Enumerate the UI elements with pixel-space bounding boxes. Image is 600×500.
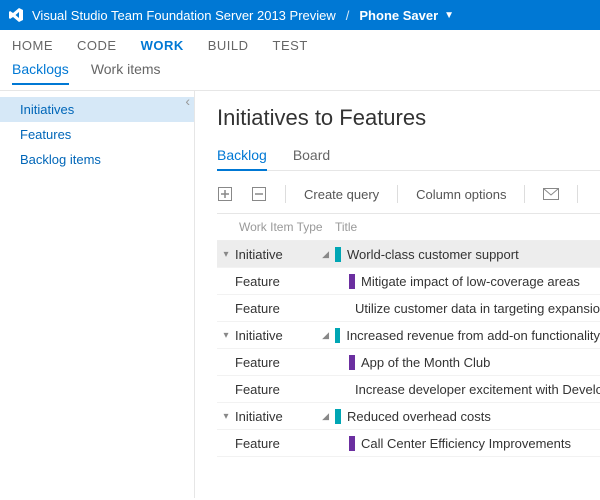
feature-color-chip xyxy=(349,274,355,289)
title-bar: Visual Studio Team Foundation Server 201… xyxy=(0,0,600,30)
tab-backlog[interactable]: Backlog xyxy=(217,141,267,171)
add-item-icon[interactable] xyxy=(217,186,233,202)
subnav-work-items[interactable]: Work items xyxy=(91,61,161,84)
collapse-child-icon[interactable]: ◢ xyxy=(322,330,329,341)
chevron-down-icon: ▼ xyxy=(444,10,454,21)
column-header-type[interactable]: Work Item Type xyxy=(217,220,335,234)
initiative-color-chip xyxy=(335,328,340,343)
project-name: Phone Saver xyxy=(359,8,438,23)
work-item-type: Feature xyxy=(235,301,335,316)
work-item-title: Increased revenue from add-on functional… xyxy=(335,328,600,343)
secondary-nav: Backlogs Work items xyxy=(0,59,600,91)
email-icon[interactable] xyxy=(543,186,559,202)
work-item-type: Initiative◢ xyxy=(235,328,335,343)
sidebar-item-backlog-items[interactable]: Backlog items xyxy=(0,147,194,172)
work-item-row[interactable]: FeatureCall Center Efficiency Improvemen… xyxy=(217,430,600,457)
backlog-sidebar: ‹ Initiatives Features Backlog items xyxy=(0,91,195,498)
tab-board[interactable]: Board xyxy=(293,141,330,170)
grid-header: Work Item Type Title xyxy=(217,214,600,241)
collapse-all-icon[interactable] xyxy=(251,186,267,202)
vs-logo-icon xyxy=(8,7,24,23)
expand-icon[interactable]: ▾ xyxy=(217,411,235,422)
work-item-type: Initiative◢ xyxy=(235,409,335,424)
work-item-title: App of the Month Club xyxy=(335,355,600,370)
nav-code[interactable]: CODE xyxy=(77,38,117,53)
collapse-child-icon[interactable]: ◢ xyxy=(322,411,329,422)
work-item-type: Feature xyxy=(235,382,335,397)
subnav-backlogs[interactable]: Backlogs xyxy=(12,61,69,85)
work-item-row[interactable]: FeatureIncrease developer excitement wit… xyxy=(217,376,600,403)
sidebar-item-features[interactable]: Features xyxy=(0,122,194,147)
column-options-button[interactable]: Column options xyxy=(416,187,506,202)
work-item-title: Reduced overhead costs xyxy=(335,409,600,424)
toolbar-divider xyxy=(285,185,286,203)
nav-home[interactable]: HOME xyxy=(12,38,53,53)
initiative-color-chip xyxy=(335,247,341,262)
work-item-title: World-class customer support xyxy=(335,247,600,262)
primary-nav: HOME CODE WORK BUILD TEST xyxy=(0,30,600,59)
work-item-type: Feature xyxy=(235,355,335,370)
create-query-button[interactable]: Create query xyxy=(304,187,379,202)
expand-icon[interactable]: ▾ xyxy=(217,249,235,260)
toolbar-divider xyxy=(397,185,398,203)
grid-body: ▾Initiative◢World-class customer support… xyxy=(217,241,600,457)
column-header-title[interactable]: Title xyxy=(335,220,600,234)
expand-icon[interactable]: ▾ xyxy=(217,330,235,341)
backlog-toolbar: Create query Column options xyxy=(217,179,600,214)
nav-work[interactable]: WORK xyxy=(141,38,184,53)
work-item-row[interactable]: ▾Initiative◢Reduced overhead costs xyxy=(217,403,600,430)
work-item-title: Increase developer excitement with Devel… xyxy=(335,382,600,397)
toolbar-divider xyxy=(577,185,578,203)
work-item-row[interactable]: FeatureApp of the Month Club xyxy=(217,349,600,376)
project-dropdown[interactable]: Phone Saver ▼ xyxy=(359,8,454,23)
nav-test[interactable]: TEST xyxy=(273,38,308,53)
main-area: ‹ Initiatives Features Backlog items Ini… xyxy=(0,91,600,498)
feature-color-chip xyxy=(349,436,355,451)
work-item-type: Feature xyxy=(235,274,335,289)
title-separator: / xyxy=(346,8,350,23)
work-item-title: Mitigate impact of low-coverage areas xyxy=(335,274,600,289)
work-item-type: Feature xyxy=(235,436,335,451)
initiative-color-chip xyxy=(335,409,341,424)
sidebar-item-initiatives[interactable]: Initiatives xyxy=(0,97,194,122)
app-title: Visual Studio Team Foundation Server 201… xyxy=(32,8,336,23)
work-item-title: Utilize customer data in targeting expan… xyxy=(335,301,600,316)
work-item-row[interactable]: ▾Initiative◢World-class customer support xyxy=(217,241,600,268)
content-area: Initiatives to Features Backlog Board Cr… xyxy=(195,91,600,498)
collapse-child-icon[interactable]: ◢ xyxy=(322,249,329,260)
toolbar-divider xyxy=(524,185,525,203)
work-item-row[interactable]: ▾Initiative◢Increased revenue from add-o… xyxy=(217,322,600,349)
work-item-row[interactable]: FeatureUtilize customer data in targetin… xyxy=(217,295,600,322)
work-item-row[interactable]: FeatureMitigate impact of low-coverage a… xyxy=(217,268,600,295)
page-title: Initiatives to Features xyxy=(217,105,600,131)
content-tabs: Backlog Board xyxy=(217,141,600,171)
feature-color-chip xyxy=(349,355,355,370)
work-item-type: Initiative◢ xyxy=(235,247,335,262)
work-item-title: Call Center Efficiency Improvements xyxy=(335,436,600,451)
nav-build[interactable]: BUILD xyxy=(208,38,249,53)
sidebar-collapse-icon[interactable]: ‹ xyxy=(185,93,190,109)
